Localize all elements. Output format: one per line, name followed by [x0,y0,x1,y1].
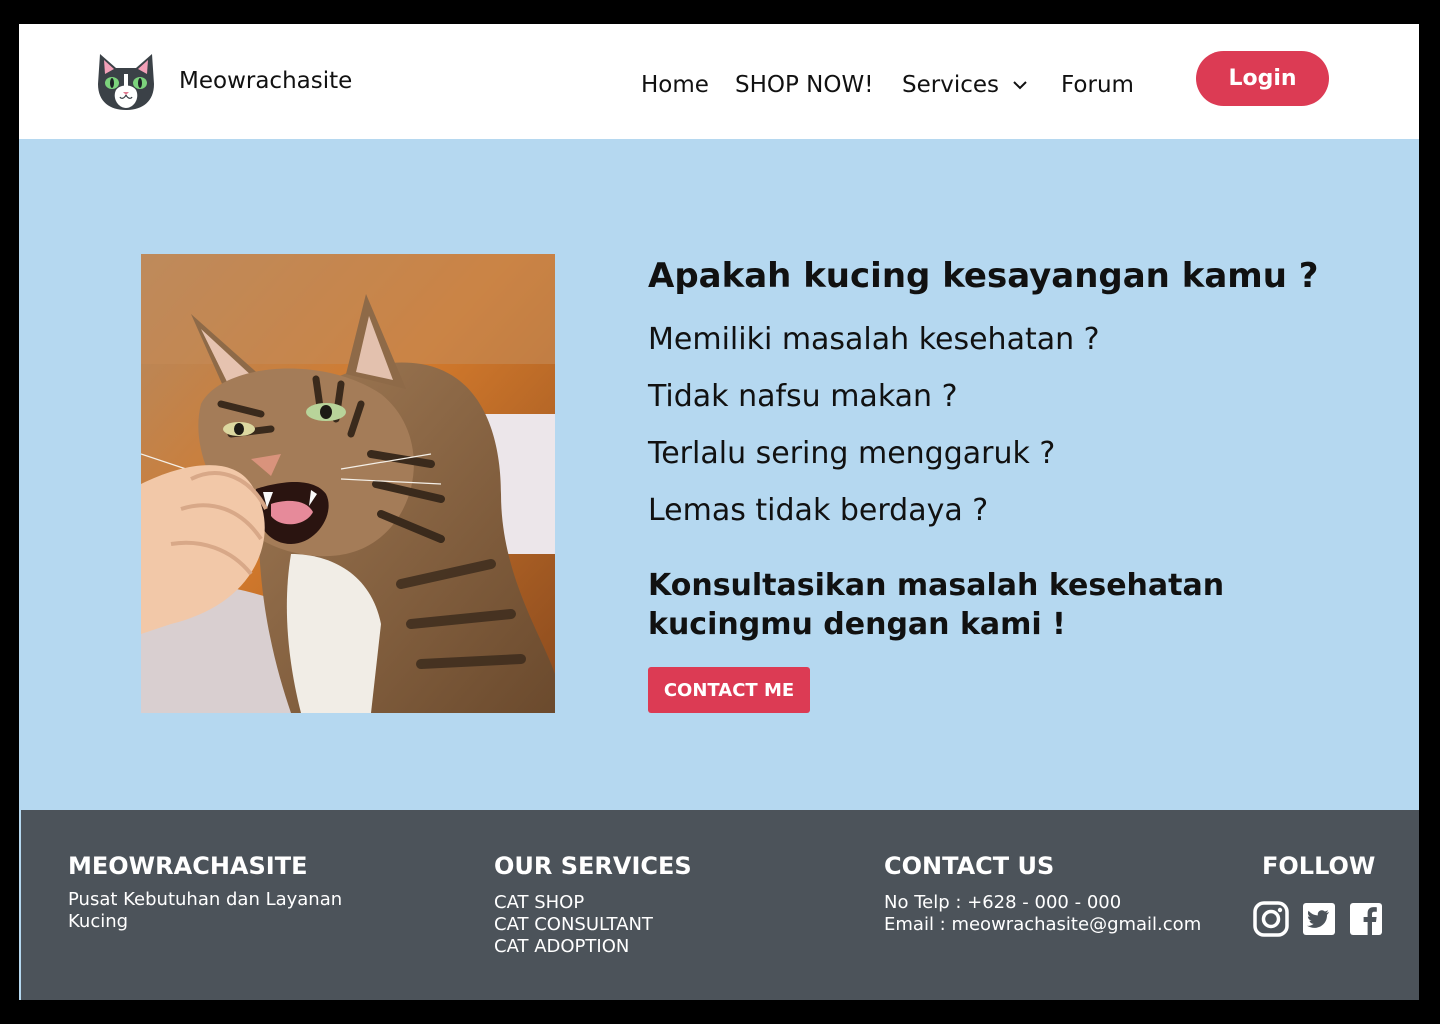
question-scratching: Terlalu sering menggaruk ? [648,436,1056,471]
chevron-down-icon[interactable] [1011,78,1029,92]
nav-home[interactable]: Home [641,72,709,98]
footer-contact-heading: CONTACT US [884,852,1055,880]
header: Meowrachasite Home SHOP NOW! Services Fo… [19,24,1419,139]
page-frame: Meowrachasite Home SHOP NOW! Services Fo… [19,24,1419,1000]
footer-tagline: Pusat Kebutuhan dan Layanan Kucing [68,889,343,932]
footer-link-cat-adoption[interactable]: CAT ADOPTION [494,936,653,958]
question-appetite: Tidak nafsu makan ? [648,379,958,414]
footer-services-heading: OUR SERVICES [494,852,692,880]
nav-forum[interactable]: Forum [1061,72,1134,98]
facebook-icon[interactable] [1348,901,1384,937]
footer-email[interactable]: Email : meowrachasite@gmail.com [884,914,1201,936]
footer-brand-heading: MEOWRACHASITE [68,852,308,880]
twitter-icon[interactable] [1301,901,1337,937]
footer-follow-heading: FOLLOW [1262,852,1376,880]
hero-cat-image [141,254,555,713]
footer-contact-info: No Telp : +628 - 000 - 000 Email : meowr… [884,892,1201,936]
question-health: Memiliki masalah kesehatan ? [648,322,1100,357]
nav-services[interactable]: Services [902,72,999,98]
footer-link-cat-shop[interactable]: CAT SHOP [494,892,653,914]
cat-logo-icon[interactable] [94,50,158,112]
question-weak: Lemas tidak berdaya ? [648,493,989,528]
nav-shop-now[interactable]: SHOP NOW! [735,72,873,98]
contact-me-button[interactable]: CONTACT ME [648,667,810,713]
footer-link-cat-consultant[interactable]: CAT CONSULTANT [494,914,653,936]
brand-name[interactable]: Meowrachasite [179,68,352,94]
instagram-icon[interactable] [1253,901,1289,937]
hero-title: Apakah kucing kesayangan kamu ? [648,256,1319,296]
login-button[interactable]: Login [1196,51,1329,106]
consult-heading: Konsultasikan masalah kesehatan kucingmu… [648,568,1225,642]
footer-phone: No Telp : +628 - 000 - 000 [884,892,1122,913]
footer: MEOWRACHASITE Pusat Kebutuhan dan Layana… [21,810,1419,1000]
footer-services-list: CAT SHOP CAT CONSULTANT CAT ADOPTION [494,892,653,958]
